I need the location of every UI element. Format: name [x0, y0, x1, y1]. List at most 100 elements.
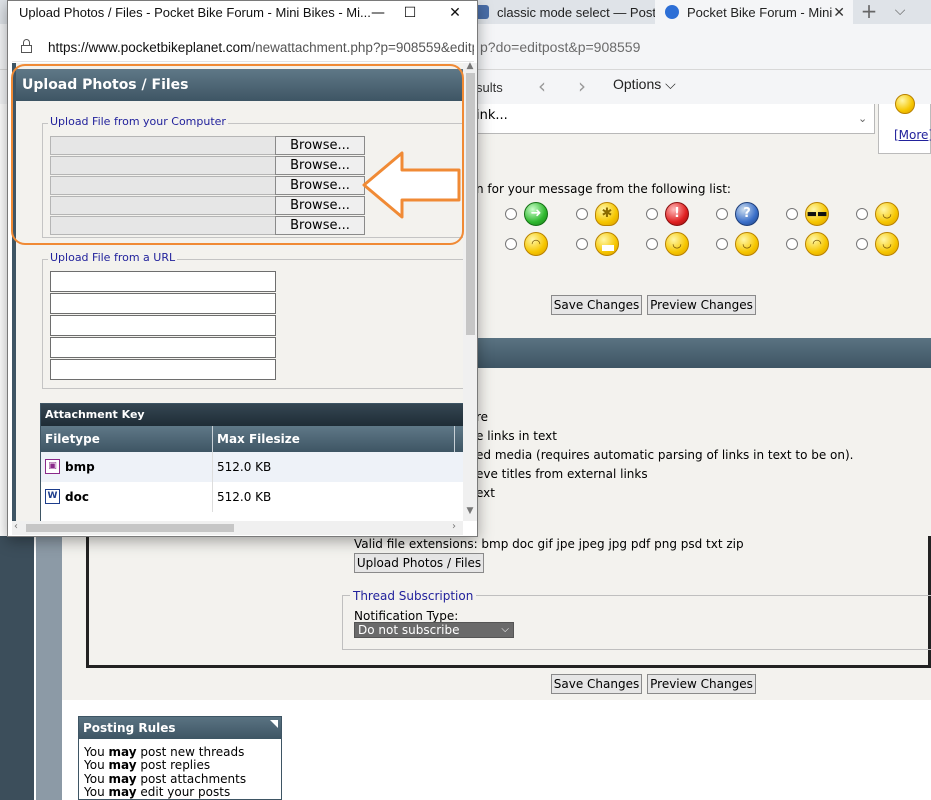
popup-address-bar[interactable]: https://www.pocketbikeplanet.com/newatta…	[12, 34, 474, 62]
post-icon-radio[interactable]	[716, 208, 728, 220]
bmp-file-icon: ▣	[45, 459, 60, 474]
file-path-field[interactable]	[50, 136, 276, 155]
new-tab-icon[interactable]: +	[855, 0, 883, 24]
rule-line: You may post new threads	[84, 745, 245, 759]
scrollbar-thumb[interactable]	[26, 524, 234, 532]
popup-url[interactable]: https://www.pocketbikeplanet.com/newatta…	[48, 40, 474, 55]
option-line: ext	[476, 486, 495, 500]
column-header-filetype: Filetype	[41, 426, 213, 452]
post-icon-radio[interactable]	[505, 208, 517, 220]
smile-icon: ◡	[875, 202, 899, 226]
url-input[interactable]	[50, 315, 276, 336]
notification-selected-value: Do not subscribe	[358, 623, 460, 637]
page-left-strip	[0, 536, 34, 800]
tab-classic-mode[interactable]: classic mode select — Posti	[465, 0, 655, 24]
filesize-cell: 512.0 KB	[217, 490, 272, 504]
close-icon[interactable]: ✕	[440, 1, 470, 25]
exclamation-icon: !	[665, 202, 689, 226]
browse-button[interactable]: Browse...	[275, 176, 365, 195]
chevron-down-icon: ⌵	[501, 624, 509, 635]
more-smilies-link[interactable]: [More]	[894, 128, 931, 142]
browse-button[interactable]: Browse...	[275, 216, 365, 235]
frown-icon: ◠	[524, 232, 548, 256]
smile-icon[interactable]	[895, 94, 915, 114]
horizontal-scrollbar[interactable]: ‹ ›	[12, 521, 463, 535]
url-input[interactable]	[50, 293, 276, 314]
notification-type-label: Notification Type:	[354, 609, 459, 623]
post-icon-radio[interactable]	[646, 238, 658, 250]
posting-rules-title: Posting Rules	[79, 717, 281, 739]
option-line: e links in text	[476, 429, 557, 443]
notification-type-select[interactable]: Do not subscribe ⌵	[354, 622, 514, 638]
save-changes-button[interactable]: Save Changes	[551, 295, 642, 315]
options-menu[interactable]: Options ⌵	[613, 76, 676, 93]
popup-content: Upload Photos / Files Upload File from y…	[12, 63, 463, 521]
post-icon-radio[interactable]	[786, 238, 798, 250]
doc-file-icon: W	[45, 489, 60, 504]
preview-changes-button[interactable]: Preview Changes	[647, 295, 756, 315]
globe-icon	[665, 5, 679, 19]
post-icon-radio[interactable]	[576, 208, 588, 220]
chevron-right-icon[interactable]: ›	[578, 74, 586, 98]
misc-options: re e links in text ed media (requires au…	[476, 408, 853, 503]
option-line: re	[476, 410, 489, 424]
post-icon-radio[interactable]	[576, 238, 588, 250]
additional-options-header	[476, 338, 931, 368]
file-path-field[interactable]	[50, 176, 276, 195]
collapse-icon[interactable]	[270, 720, 278, 728]
post-icon-radio[interactable]	[856, 238, 868, 250]
results-button[interactable]: sults	[476, 80, 503, 95]
rule-line: You may post replies	[84, 758, 211, 773]
tab-label: Pocket Bike Forum - Mini	[687, 4, 833, 20]
tab-pocket-bike-forum[interactable]: Pocket Bike Forum - Mini ✕	[655, 0, 853, 24]
chevron-up-icon[interactable]: ▲	[463, 61, 477, 71]
vertical-scrollbar[interactable]: ▲ ▼	[463, 61, 477, 521]
question-icon: ?	[735, 202, 759, 226]
message-textarea[interactable]	[470, 104, 875, 134]
lightbulb-icon: ✱	[595, 202, 619, 226]
filesize-cell: 512.0 KB	[217, 460, 272, 474]
browse-button[interactable]: Browse...	[275, 156, 365, 175]
post-icon-prompt: n for your message from the following li…	[476, 182, 731, 196]
upload-computer-legend: Upload File from your Computer	[48, 115, 228, 128]
preview-changes-button[interactable]: Preview Changes	[647, 674, 756, 694]
chevron-left-icon[interactable]: ‹	[14, 521, 18, 532]
post-icon-radio[interactable]	[646, 208, 658, 220]
url-input[interactable]	[50, 271, 276, 292]
chevron-down-icon[interactable]: ⌄	[858, 112, 867, 125]
chevron-down-icon[interactable]: ▼	[463, 506, 477, 516]
popup-titlebar[interactable]: Upload Photos / Files - Pocket Bike Foru…	[8, 1, 477, 25]
file-path-field[interactable]	[50, 156, 276, 175]
attachment-key-title: Attachment Key	[41, 404, 463, 426]
filetype-cell: doc	[65, 490, 89, 504]
browser-url[interactable]: p?do=editpost&p=908559	[480, 39, 640, 55]
option-line: eve titles from external links	[476, 467, 648, 481]
browse-button[interactable]: Browse...	[275, 196, 365, 215]
minimize-icon[interactable]: —	[363, 1, 393, 25]
url-input[interactable]	[50, 359, 276, 380]
save-changes-button[interactable]: Save Changes	[551, 674, 642, 694]
popup-title: Upload Photos / Files - Pocket Bike Foru…	[19, 5, 371, 20]
browse-button[interactable]: Browse...	[275, 136, 365, 155]
post-icon-radio[interactable]	[786, 208, 798, 220]
post-icon-radio[interactable]	[505, 238, 517, 250]
file-path-field[interactable]	[50, 196, 276, 215]
close-tab-icon[interactable]: ✕	[833, 4, 845, 21]
post-icon-radio[interactable]	[716, 238, 728, 250]
option-line: ed media (requires automatic parsing of …	[476, 448, 854, 462]
filetype-cell: bmp	[65, 460, 95, 474]
upload-photos-button[interactable]: Upload Photos / Files	[354, 553, 484, 573]
post-icon-radio[interactable]	[856, 208, 868, 220]
url-input[interactable]	[50, 337, 276, 358]
url-host: https://www.pocketbikeplanet.com	[48, 40, 252, 55]
maximize-icon[interactable]: ☐	[395, 1, 425, 25]
chevron-right-icon[interactable]: ›	[452, 521, 456, 532]
rule-line: You may post attachments	[84, 771, 247, 786]
url-path: /newattachment.php?p=908559&editpo	[251, 40, 474, 55]
file-path-field[interactable]	[50, 216, 276, 235]
arrow-icon: ➜	[524, 202, 548, 226]
chevron-down-icon[interactable]: ⌵	[888, 0, 912, 24]
chevron-left-icon[interactable]: ‹	[538, 74, 546, 98]
scrollbar-thumb[interactable]	[466, 73, 475, 335]
smile-icon: ◡	[665, 232, 689, 256]
